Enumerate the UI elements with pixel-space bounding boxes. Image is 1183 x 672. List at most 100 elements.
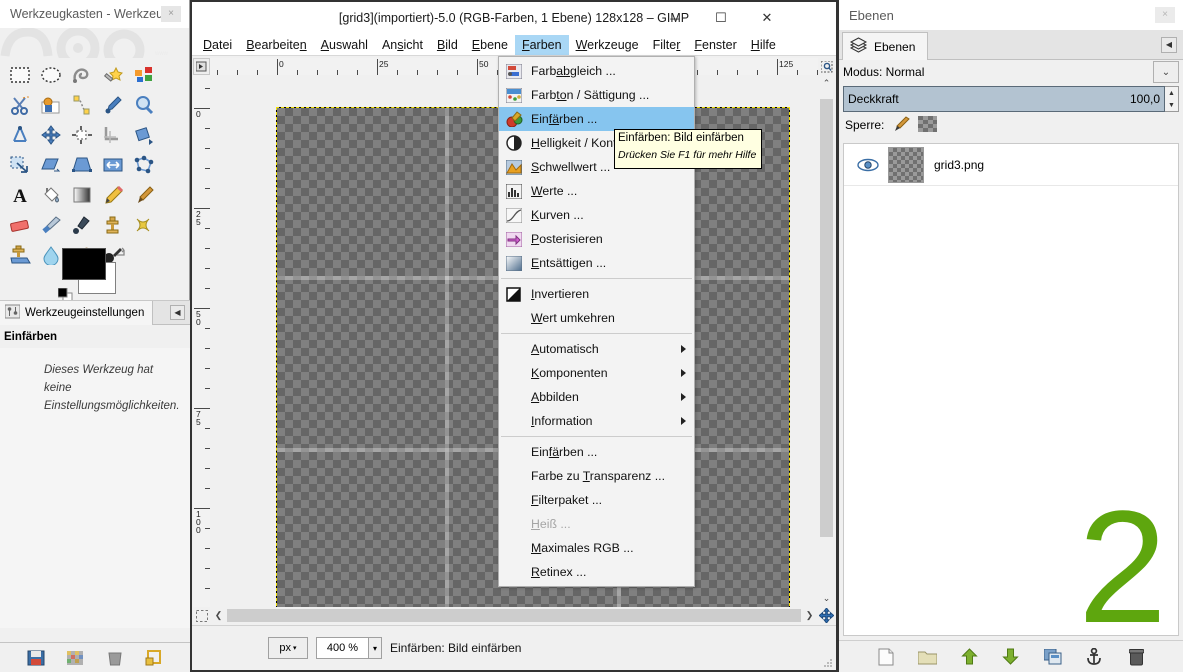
ellipse-select-tool[interactable] [35,60,66,90]
crop-tool[interactable] [97,120,128,150]
close-icon[interactable]: × [161,6,181,22]
quickmask-toggle-icon[interactable] [193,607,210,624]
spinner-down-icon[interactable]: ▼ [1168,102,1175,109]
menu-werkzeuge[interactable]: Werkzeuge [569,35,646,55]
menu-item-filterpaket[interactable]: Filterpaket ... [499,488,694,512]
lower-layer-icon[interactable] [1000,646,1022,668]
alignment-tool[interactable] [66,120,97,150]
layers-menu-arrow-icon[interactable]: ◀ [1161,37,1177,53]
scale-tool[interactable] [4,150,35,180]
scroll-right-icon[interactable]: ❯ [801,607,818,624]
layer-mode-dropdown-icon[interactable]: ⌄ [1153,61,1179,83]
foreground-background-colors[interactable] [57,246,128,303]
rotate-tool[interactable] [128,120,159,150]
brush-preview-icon[interactable] [64,647,86,669]
tool-options-menu-arrow-icon[interactable]: ◀ [170,305,185,320]
menu-farben[interactable]: Farben [514,34,569,55]
lock-pixels-icon[interactable] [892,115,911,135]
pattern-preview-icon[interactable] [104,647,126,669]
eraser-tool[interactable] [4,210,35,240]
clone-tool[interactable] [97,210,128,240]
menu-auswahl[interactable]: Auswahl [314,35,375,55]
perspective-clone-tool[interactable] [4,240,35,270]
new-layer-icon[interactable] [875,646,897,668]
measure-tool[interactable] [4,120,35,150]
save-device-status-icon[interactable] [25,647,47,669]
menu-item-farbton-sättigung[interactable]: Farbton / Sättigung ... [499,83,694,107]
menu-datei[interactable]: Datei [196,35,239,55]
free-select-tool[interactable] [66,60,97,90]
menu-item-komponenten[interactable]: Komponenten [499,361,694,385]
menu-bearbeiten[interactable]: Bearbeiten [239,35,313,55]
swap-colors-icon[interactable] [115,246,128,259]
menu-item-retinex[interactable]: Retinex ... [499,560,694,584]
lock-alpha-icon[interactable] [918,115,938,135]
airbrush-tool[interactable] [35,210,66,240]
menu-item-abbilden[interactable]: Abbilden [499,385,694,409]
duplicate-layer-icon[interactable] [1042,646,1064,668]
layer-opacity-row[interactable]: Deckkraft 100,0 ▲ ▼ [843,86,1179,112]
scroll-left-icon[interactable]: ❮ [210,607,227,624]
opacity-slider[interactable]: Deckkraft 100,0 [843,86,1165,112]
menu-item-farbabgleich[interactable]: Farbabgleich ... [499,59,694,83]
menu-item-automatisch[interactable]: Automatisch [499,337,694,361]
anchor-layer-icon[interactable] [1083,646,1105,668]
maximize-button[interactable]: ☐ [698,2,744,34]
menu-item-entsättigen[interactable]: Entsättigen ... [499,251,694,275]
menu-item-kurven[interactable]: Kurven ... [499,203,694,227]
fuzzy-select-tool[interactable] [97,60,128,90]
menu-fenster[interactable]: Fenster [687,35,743,55]
heal-tool[interactable] [128,210,159,240]
gradient-tool[interactable] [66,180,97,210]
shear-tool[interactable] [35,150,66,180]
navigation-preview-icon[interactable] [818,607,835,624]
menu-bild[interactable]: Bild [430,35,465,55]
layer-visibility-icon[interactable] [848,158,888,172]
bucket-fill-tool[interactable] [35,180,66,210]
menu-ansicht[interactable]: Ansicht [375,35,430,55]
menu-item-farbe-zu-transparenz[interactable]: Farbe zu Transparenz ... [499,464,694,488]
foreground-select-tool[interactable] [35,90,66,120]
paths-tool[interactable] [66,90,97,120]
zoom-dropdown-icon[interactable]: ▾ [368,637,382,659]
window-resize-grip[interactable] [823,657,833,667]
ruler-origin-button[interactable] [193,58,210,75]
unit-selector[interactable]: px ▾ [268,637,308,659]
menu-item-posterisieren[interactable]: Posterisieren [499,227,694,251]
pencil-tool[interactable] [97,180,128,210]
zoom-image-window-icon[interactable] [818,58,835,75]
scroll-up-icon[interactable]: ⌃ [818,75,835,92]
menu-item-wert-umkehren[interactable]: Wert umkehren [499,306,694,330]
vertical-ruler[interactable]: 0255075100125 [193,75,210,607]
ink-tool[interactable] [66,210,97,240]
flip-tool[interactable] [97,150,128,180]
new-layer-group-icon[interactable] [917,646,939,668]
scissors-select-tool[interactable] [4,90,35,120]
raise-layer-icon[interactable] [958,646,980,668]
scroll-down-icon[interactable]: ⌄ [818,590,835,607]
menu-item-information[interactable]: Information [499,409,694,433]
zoom-input[interactable]: 400 % [316,637,368,659]
spinner-up-icon[interactable]: ▲ [1168,90,1175,97]
select-by-color-tool[interactable] [128,60,159,90]
tab-tool-options[interactable]: Werkzeugeinstellungen [0,301,154,325]
menu-item-einfärben[interactable]: Einfärben ... [499,107,694,131]
table-row[interactable]: grid3.png [844,144,1178,186]
move-tool[interactable] [35,120,66,150]
minimize-button[interactable]: ─ [652,2,698,34]
zoom-tool[interactable] [128,90,159,120]
rect-select-tool[interactable] [4,60,35,90]
text-tool[interactable]: A [4,180,35,210]
horizontal-scrollbar[interactable]: ❮ ❯ [210,607,818,624]
menu-item-werte[interactable]: Werte ... [499,179,694,203]
menu-item-maximales-rgb[interactable]: Maximales RGB ... [499,536,694,560]
cage-transform-tool[interactable] [128,150,159,180]
menu-hilfe[interactable]: Hilfe [744,35,783,55]
menu-item-invertieren[interactable]: Invertieren [499,282,694,306]
menu-filter[interactable]: Filter [646,35,688,55]
image-restore-icon[interactable] [143,647,165,669]
close-button[interactable]: ✕ [744,2,790,34]
opacity-spinner[interactable]: ▲ ▼ [1165,86,1179,112]
paintbrush-tool[interactable] [128,180,159,210]
tab-ebenen[interactable]: Ebenen [842,32,929,61]
